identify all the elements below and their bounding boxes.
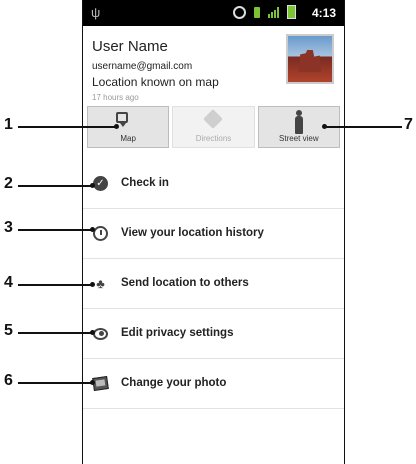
callout-dot-3 xyxy=(90,227,95,232)
status-icons xyxy=(233,5,296,19)
callout-2: 2 xyxy=(4,175,13,192)
location-status: Location known on map xyxy=(92,75,219,89)
menu-item-label: Edit privacy settings xyxy=(121,327,234,339)
callout-dot-7 xyxy=(322,124,327,129)
check-in-icon: ✓ xyxy=(93,176,108,191)
user-email: username@gmail.com xyxy=(92,61,193,72)
menu-list: ✓ Check in View your location history ♣ … xyxy=(83,159,344,409)
map-icon xyxy=(116,112,129,127)
profile-photo[interactable] xyxy=(286,34,334,84)
street-view-icon xyxy=(294,110,303,134)
menu-item-send-location[interactable]: ♣ Send location to others xyxy=(83,259,344,309)
callout-line-2 xyxy=(18,185,92,187)
callout-3: 3 xyxy=(4,219,13,236)
callout-line-7 xyxy=(324,126,402,128)
callout-dot-1 xyxy=(114,124,119,129)
alarm-icon xyxy=(233,5,246,19)
user-name: User Name xyxy=(92,38,168,55)
menu-item-change-photo[interactable]: Change your photo xyxy=(83,359,344,409)
callout-1: 1 xyxy=(4,116,13,133)
menu-item-privacy-settings[interactable]: Edit privacy settings xyxy=(83,309,344,359)
callout-line-1 xyxy=(18,126,116,128)
eye-icon xyxy=(93,327,108,340)
menu-item-label: Send location to others xyxy=(121,277,249,289)
callout-line-3 xyxy=(18,229,92,231)
callout-dot-5 xyxy=(90,330,95,335)
usb-icon: ψ xyxy=(91,5,101,20)
callout-line-4 xyxy=(18,284,92,286)
history-icon xyxy=(93,226,108,241)
menu-item-label: View your location history xyxy=(121,227,264,239)
directions-button[interactable]: Directions xyxy=(172,106,255,148)
callout-line-6 xyxy=(18,382,92,384)
vibrate-icon xyxy=(254,6,260,18)
status-bar: ψ 4:13 xyxy=(83,0,344,26)
action-bar: Map Directions Street view xyxy=(83,106,344,152)
menu-item-location-history[interactable]: View your location history xyxy=(83,209,344,259)
menu-item-label: Change your photo xyxy=(121,377,227,389)
callout-dot-2 xyxy=(90,183,95,188)
callout-4: 4 xyxy=(4,274,13,291)
callout-line-5 xyxy=(18,332,92,334)
profile-header: User Name username@gmail.com Location kn… xyxy=(83,26,344,106)
callout-dot-4 xyxy=(90,282,95,287)
send-location-icon: ♣ xyxy=(96,276,105,291)
directions-button-label: Directions xyxy=(195,134,232,143)
battery-icon xyxy=(287,5,296,19)
last-update: 17 hours ago xyxy=(92,93,139,102)
menu-item-label: Check in xyxy=(121,177,169,189)
callout-dot-6 xyxy=(90,380,95,385)
menu-item-check-in[interactable]: ✓ Check in xyxy=(83,159,344,209)
street-view-button-label: Street view xyxy=(279,134,319,143)
signal-icon xyxy=(268,6,279,18)
map-button-label: Map xyxy=(120,134,136,143)
phone-screen: ψ 4:13 User Name username@gmail.com Loca… xyxy=(82,0,345,464)
callout-6: 6 xyxy=(4,372,13,389)
directions-icon xyxy=(203,109,224,129)
clock: 4:13 xyxy=(311,6,336,20)
callout-5: 5 xyxy=(4,322,13,339)
callout-7: 7 xyxy=(404,116,413,133)
